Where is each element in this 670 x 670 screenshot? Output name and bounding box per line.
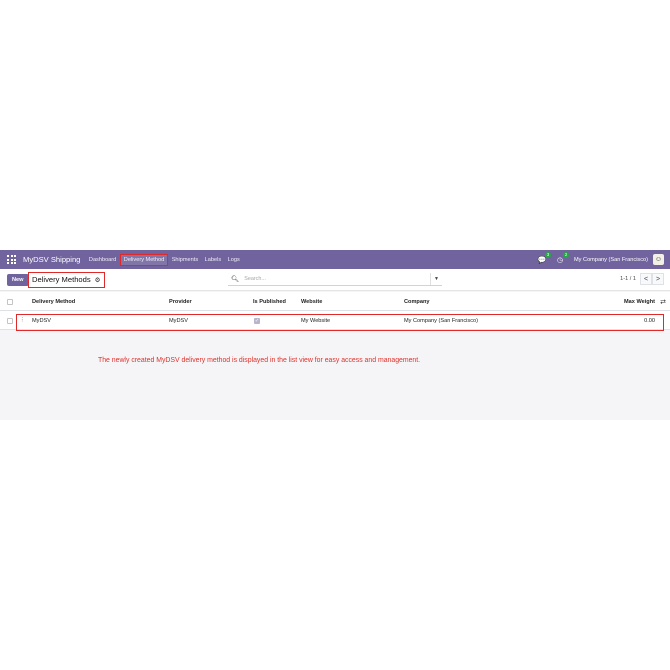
menu-dashboard[interactable]: Dashboard	[86, 255, 118, 265]
top-navbar: MyDSV Shipping Dashboard Delivery Method…	[0, 250, 670, 269]
pager: 1-1 / 1 < >	[620, 273, 664, 285]
search-icon: 🔍︎	[231, 276, 240, 283]
column-header-website[interactable]: Website	[301, 292, 322, 311]
column-header-delivery-method[interactable]: Delivery Method	[32, 292, 75, 311]
select-all-checkbox[interactable]	[7, 298, 13, 305]
optional-columns-toggle-icon[interactable]: ⇄	[660, 292, 666, 311]
app-name[interactable]: MyDSV Shipping	[23, 255, 80, 264]
odoo-screen: MyDSV Shipping Dashboard Delivery Method…	[0, 250, 670, 420]
messages-badge: 3	[545, 251, 552, 258]
row-checkbox[interactable]	[7, 317, 13, 324]
gear-icon[interactable]: ⚙	[95, 276, 101, 284]
cell-website: My Website	[301, 317, 331, 324]
drag-handle-icon[interactable]: ⠇	[21, 311, 25, 330]
navbar-systray: 💬 3 ◷ 2 My Company (San Francisco) ☺	[529, 251, 670, 265]
list-table: Delivery Method Provider Is Published We…	[0, 292, 670, 330]
cell-max-weight: 0.00	[644, 317, 655, 324]
activities-clock-icon[interactable]: ◷ 2	[555, 251, 570, 265]
published-checkbox: ✓	[254, 317, 260, 324]
menu-shipments[interactable]: Shipments	[169, 255, 200, 265]
apps-menu-icon[interactable]	[7, 255, 17, 265]
column-header-company[interactable]: Company	[404, 292, 430, 311]
menu-delivery-method[interactable]: Delivery Method	[120, 253, 168, 266]
annotation-caption-text: The newly created MyDSV delivery method …	[98, 357, 421, 364]
company-switcher[interactable]: My Company (San Francisco)	[574, 257, 648, 263]
new-button[interactable]: New	[7, 273, 29, 286]
table-row[interactable]: ⠇ MyDSV MyDSV ✓ My Website My Company (S…	[0, 311, 670, 330]
table-header: Delivery Method Provider Is Published We…	[0, 292, 670, 311]
messages-icon[interactable]: 💬 3	[537, 251, 552, 265]
search-bar: 🔍︎ ▼	[228, 273, 442, 286]
column-header-is-published[interactable]: Is Published	[253, 292, 286, 311]
menu-labels[interactable]: Labels	[202, 255, 223, 265]
column-header-max-weight[interactable]: Max Weight	[624, 292, 655, 311]
pager-value[interactable]: 1-1 / 1	[620, 276, 636, 282]
search-input[interactable]	[244, 276, 425, 282]
pager-previous-button[interactable]: <	[640, 273, 652, 285]
search-options-toggle-icon[interactable]: ▼	[430, 273, 442, 285]
column-header-provider[interactable]: Provider	[169, 292, 192, 311]
cell-company: My Company (San Francisco)	[404, 317, 478, 324]
pager-next-button[interactable]: >	[652, 273, 664, 285]
page-title: Delivery Methods	[32, 275, 91, 284]
control-panel: New Delivery Methods ⚙ 🔍︎ ▼ 1-1 / 1 < >	[0, 269, 670, 291]
user-avatar[interactable]: ☺	[653, 254, 664, 265]
breadcrumb: Delivery Methods ⚙	[28, 271, 105, 288]
activities-badge: 2	[563, 251, 570, 258]
cell-provider: MyDSV	[169, 317, 188, 324]
cell-delivery-method: MyDSV	[32, 317, 51, 324]
cell-is-published: ✓	[254, 311, 260, 330]
menu-logs[interactable]: Logs	[225, 255, 242, 265]
